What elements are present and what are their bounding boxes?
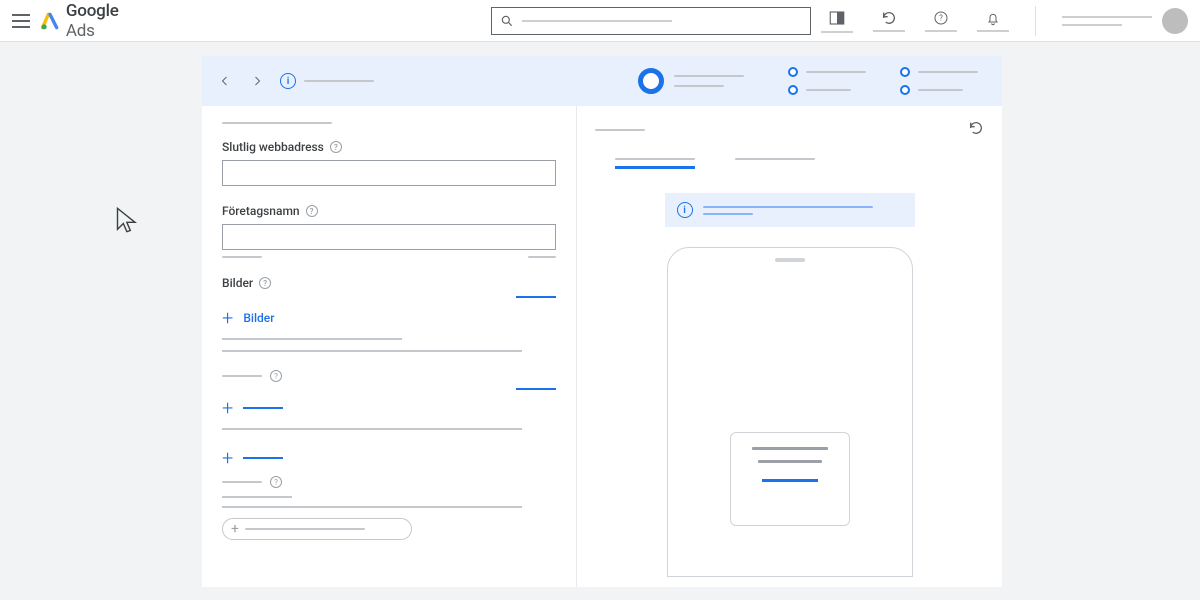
refresh-button[interactable] [873,10,905,32]
divider [1035,6,1036,36]
bell-icon [985,10,1001,26]
help-icon: ? [933,10,949,26]
business-name-label: Företagsnamn [222,204,300,218]
phone-preview [667,247,913,577]
topbar-actions: ? [821,6,1188,36]
section-b: + ? + [222,448,556,540]
appearance-button[interactable] [821,9,853,33]
add-images-button[interactable]: + Bilder [222,308,556,328]
stepper-bar: i [202,56,1002,106]
cursor-decoration [114,206,142,234]
preview-tab-1[interactable] [615,158,695,169]
topbar: Google Ads ? [0,0,1200,42]
preview-refresh-button[interactable] [968,120,984,140]
add-images-label: Bilder [243,311,274,325]
chevron-right-icon [251,75,263,87]
preview-heading [595,129,645,131]
refresh-icon [881,10,897,26]
preview-column: i [577,106,1002,587]
main-panel: Slutlig webbadress? Företagsnamn? Bilder… [202,106,1002,587]
help-icon[interactable]: ? [270,476,282,488]
step-3[interactable] [900,67,978,95]
add-item-button[interactable]: + [222,398,556,418]
columns-icon [828,9,846,27]
preview-info-banner: i [665,193,915,227]
preview-tabs [615,158,984,169]
info-icon: i [677,202,693,218]
step-active-icon [638,68,664,94]
step-current[interactable] [638,68,744,94]
phone-speaker [775,258,805,262]
help-icon[interactable]: ? [330,141,342,153]
images-group: Bilder? + Bilder [222,276,556,352]
search-input[interactable] [491,7,811,35]
account-switcher[interactable] [1062,8,1188,34]
final-url-input[interactable] [222,160,556,186]
step-back-button[interactable] [216,72,234,90]
refresh-icon [968,120,984,136]
section-a: ? + [222,370,556,430]
plus-icon: + [231,521,239,537]
help-icon[interactable]: ? [259,277,271,289]
plus-icon: + [222,308,233,328]
help-icon[interactable]: ? [270,370,282,382]
chevron-left-icon [219,75,231,87]
hamburger-menu-icon[interactable] [12,14,30,28]
search-icon [500,14,514,28]
final-url-group: Slutlig webbadress? [222,140,556,186]
business-name-input[interactable] [222,224,556,250]
form-column: Slutlig webbadress? Företagsnamn? Bilder… [202,106,577,587]
ad-card-preview [730,432,850,526]
help-button[interactable]: ? [925,10,957,32]
step-info: i [280,73,374,89]
logo-mark-icon [40,11,60,31]
add-option-input[interactable]: + [222,518,412,540]
search-placeholder [522,20,672,22]
step-2[interactable] [788,67,866,95]
logo[interactable]: Google Ads [40,1,151,41]
notifications-button[interactable] [977,10,1009,32]
help-icon[interactable]: ? [306,205,318,217]
final-url-label: Slutlig webbadress [222,140,324,154]
add-item-button-2[interactable]: + [222,448,556,468]
workspace: i Slutlig webb [202,56,1002,587]
logo-text: Google Ads [66,1,151,41]
business-name-group: Företagsnamn? [222,204,556,258]
step-forward-button[interactable] [248,72,266,90]
images-label: Bilder [222,276,253,290]
info-icon: i [280,73,296,89]
plus-icon: + [222,398,233,418]
plus-icon: + [222,448,233,468]
section-heading [222,122,332,124]
preview-tab-2[interactable] [735,158,815,169]
svg-text:?: ? [939,13,943,22]
avatar[interactable] [1162,8,1188,34]
